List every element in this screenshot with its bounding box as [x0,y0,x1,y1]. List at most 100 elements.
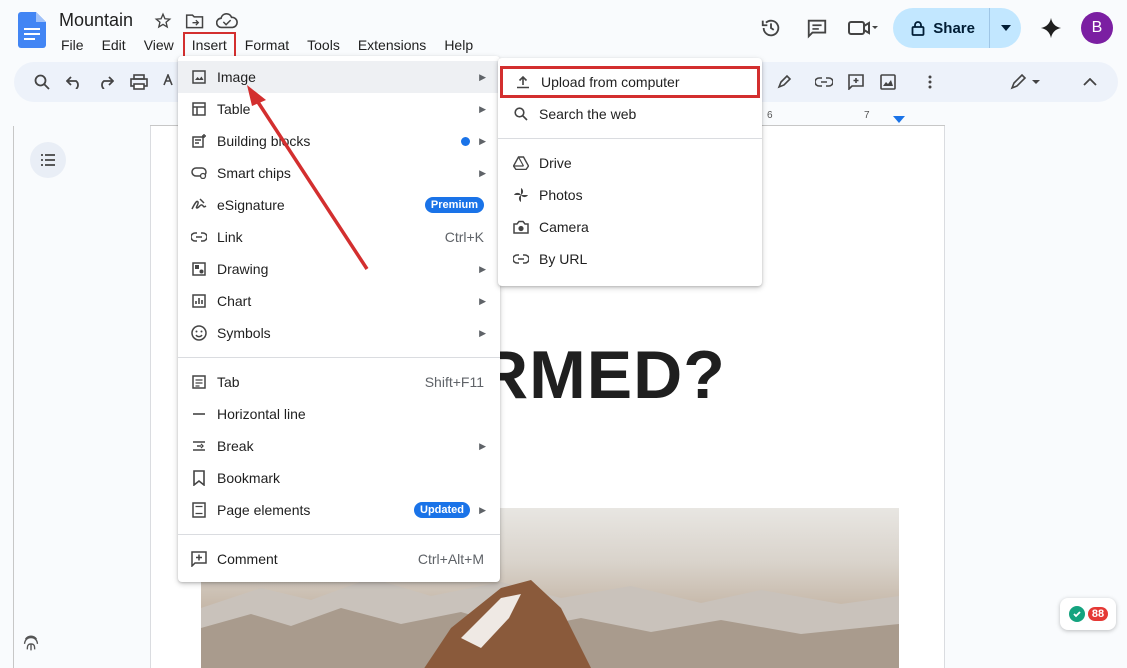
gemini-sparkle-icon[interactable] [1035,12,1067,44]
premium-badge: Premium [424,197,484,213]
menu-insert[interactable]: Insert [182,32,236,58]
submenu-arrow-icon: ▶ [479,504,486,515]
break-icon [190,437,208,455]
share-dropdown-icon[interactable] [989,8,1021,48]
fingerprint-icon[interactable] [20,632,42,654]
menu-item-esignature[interactable]: eSignature Premium [178,189,500,221]
menu-file[interactable]: File [52,32,93,58]
symbols-icon [190,324,208,342]
menu-divider [178,534,500,535]
image-icon [190,68,208,86]
version-history-icon[interactable] [755,12,787,44]
menu-item-label: eSignature [217,197,285,213]
camera-icon [512,218,530,236]
menu-item-horizontal-line[interactable]: Horizontal line [178,398,500,430]
collapse-toolbar-icon[interactable] [1080,72,1100,92]
menu-item-label: By URL [539,251,588,267]
menu-item-label: Tab [217,374,240,390]
chart-icon [190,292,208,310]
menu-item-label: Building blocks [217,133,311,149]
menu-item-label: Upload from computer [541,74,680,90]
right-indent-marker[interactable] [893,116,905,123]
submenu-arrow-icon: ▶ [479,327,486,338]
print-icon[interactable] [129,72,149,92]
building-blocks-icon [190,132,208,150]
submenu-arrow-icon: ▶ [479,440,486,451]
menu-item-by-url[interactable]: By URL [498,243,762,275]
editing-mode-icon[interactable] [1008,72,1044,92]
menu-item-page-elements[interactable]: Page elements Updated ▶ [178,494,500,526]
upload-icon [514,73,532,91]
menu-item-camera[interactable]: Camera [498,211,762,243]
menu-item-chart[interactable]: Chart ▶ [178,285,500,317]
menu-edit[interactable]: Edit [93,32,135,58]
insert-link-icon[interactable] [814,72,834,92]
menu-item-break[interactable]: Break ▶ [178,430,500,462]
menu-item-image[interactable]: Image ▶ [178,61,500,93]
menu-item-table[interactable]: Table ▶ [178,93,500,125]
menu-item-label: Chart [217,293,252,309]
submenu-arrow-icon: ▶ [479,167,486,178]
share-label: Share [933,19,975,37]
submenu-arrow-icon: ▶ [479,263,486,274]
shortcut-label: Ctrl+K [444,229,484,245]
vertical-ruler[interactable] [0,126,14,668]
search-icon [512,105,530,123]
menu-help[interactable]: Help [435,32,482,58]
menu-item-label: Comment [217,551,278,567]
grammarly-widget[interactable]: 88 [1060,598,1116,630]
menu-view[interactable]: View [135,32,183,58]
menu-item-smart-chips[interactable]: Smart chips ▶ [178,157,500,189]
menu-extensions[interactable]: Extensions [349,32,435,58]
menu-item-bookmark[interactable]: Bookmark [178,462,500,494]
tab-icon [190,373,208,391]
menu-item-drawing[interactable]: Drawing ▶ [178,253,500,285]
menu-item-drive[interactable]: Drive [498,147,762,179]
search-menus-icon[interactable] [32,72,52,92]
comments-icon[interactable] [801,12,833,44]
document-heading: RMED? [479,337,726,413]
menu-divider [498,138,762,139]
move-folder-icon[interactable] [184,10,206,32]
user-avatar[interactable]: B [1081,12,1113,44]
drawing-icon [190,260,208,278]
shortcut-label: Shift+F11 [424,374,484,390]
menu-item-label: Bookmark [217,470,281,486]
spellcheck-icon[interactable] [160,72,180,92]
document-outline-icon[interactable] [30,142,66,178]
new-feature-dot [461,136,470,146]
menu-item-upload-from-computer[interactable]: Upload from computer [500,66,760,98]
submenu-arrow-icon: ▶ [479,103,486,114]
menu-item-tab[interactable]: Tab Shift+F11 [178,366,500,398]
highlight-pen-icon[interactable] [774,72,794,92]
menu-tools[interactable]: Tools [298,32,349,58]
menu-item-photos[interactable]: Photos [498,179,762,211]
menu-format[interactable]: Format [236,32,298,58]
table-icon [190,100,208,118]
comment-icon [190,550,208,568]
add-comment-icon[interactable] [846,72,866,92]
undo-icon[interactable] [64,72,84,92]
meet-video-icon[interactable] [847,12,879,44]
grammarly-icon [1068,606,1085,622]
docs-logo-icon[interactable] [18,12,46,48]
more-options-icon[interactable] [920,72,940,92]
menu-item-comment[interactable]: Comment Ctrl+Alt+M [178,543,500,575]
menu-item-label: Drive [539,155,572,171]
link-icon [512,250,530,268]
menu-divider [178,357,500,358]
menu-item-label: Smart chips [217,165,291,181]
redo-icon[interactable] [96,72,116,92]
menu-item-label: Search the web [539,106,637,122]
menu-item-building-blocks[interactable]: Building blocks ▶ [178,125,500,157]
ruler-label: 6 [767,110,773,121]
cloud-saved-icon[interactable] [216,10,238,32]
menu-item-search-the-web[interactable]: Search the web [498,98,762,130]
horizontal-line-icon [190,405,208,423]
share-button[interactable]: Share [893,8,1021,48]
insert-image-icon[interactable] [878,72,898,92]
star-icon[interactable] [152,10,174,32]
menu-item-link[interactable]: Link Ctrl+K [178,221,500,253]
document-title[interactable]: Mountain [59,10,133,31]
menu-item-symbols[interactable]: Symbols ▶ [178,317,500,349]
